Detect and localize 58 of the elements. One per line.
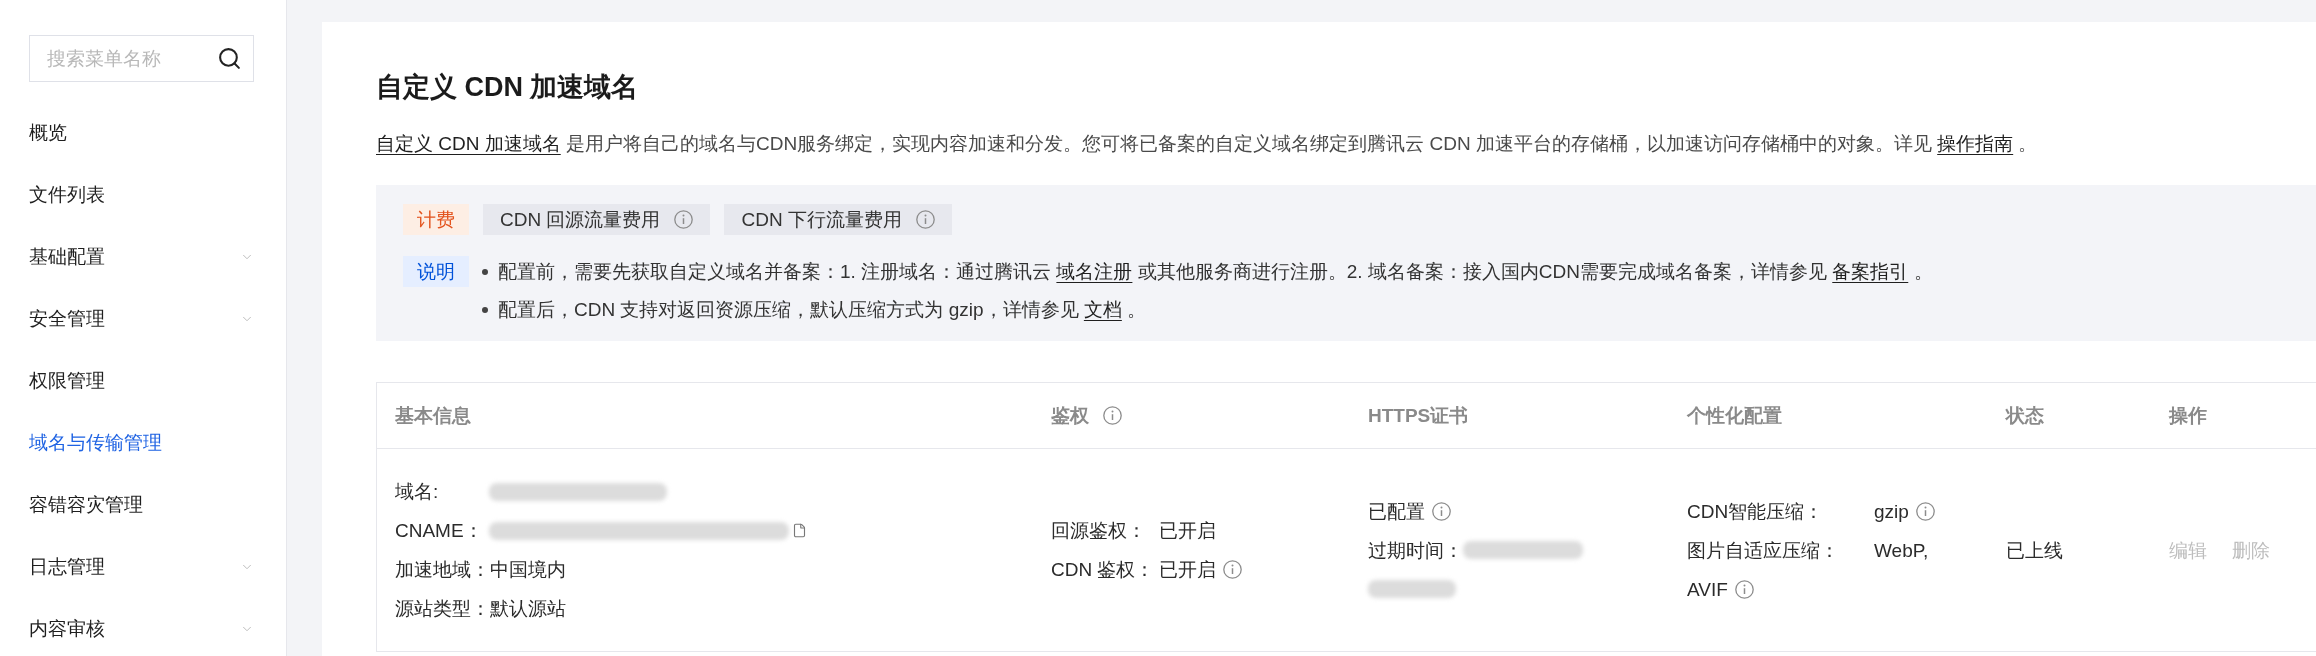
field-label: CDN 鉴权：	[1051, 558, 1156, 582]
menu-item[interactable]: 权限管理	[29, 350, 254, 412]
field-label: 域名:	[395, 480, 440, 504]
info-icon[interactable]	[1432, 501, 1451, 521]
search-icon[interactable]	[217, 46, 242, 71]
billing-tag: 计费	[403, 204, 469, 235]
field-label: 过期时间：	[1368, 538, 1463, 563]
fee-tag[interactable]: CDN 回源流量费用	[483, 204, 711, 235]
column-header: 基本信息	[395, 403, 471, 428]
menu-item[interactable]: 域名与传输管理	[29, 412, 254, 474]
menu-item[interactable]: 日志管理	[29, 536, 254, 598]
certificate-status: 已配置	[1368, 499, 1425, 524]
text-link[interactable]: 域名注册	[1056, 261, 1133, 282]
field-label: CNAME：	[395, 519, 484, 543]
info-icon[interactable]	[1103, 406, 1122, 425]
bullet-icon	[482, 307, 488, 313]
info-icon[interactable]	[674, 210, 694, 229]
field-label: 图片自适应压缩：	[1687, 538, 1840, 563]
info-icon[interactable]	[1734, 579, 1754, 599]
field-label: 加速地域：	[395, 558, 490, 582]
menu-item[interactable]: 基础配置	[29, 226, 254, 288]
column-header: 状态	[2006, 403, 2044, 428]
column-header: HTTPS证书	[1368, 403, 1469, 428]
description-text: 自定义 CDN 加速域名 是用户将自己的域名与CDN服务绑定，实现内容加速和分发。您可将已备案的自定义域名绑定到腾讯云 CDN 加速平台的存储桶，以加速访问存储桶中的对象。详见 操作指南 。	[376, 132, 2039, 156]
field-label: 源站类型：	[395, 597, 490, 621]
menu-item[interactable]: 内容审核	[29, 598, 254, 656]
field-label: CDN智能压缩：	[1687, 499, 1825, 524]
status-text: 已上线	[2006, 538, 2063, 563]
info-icon[interactable]	[915, 210, 935, 229]
file-icon[interactable]	[792, 523, 807, 538]
menu-item[interactable]: 概览	[29, 102, 254, 164]
field-value: 默认源站	[490, 597, 566, 621]
note-text: 配置前，需要先获取自定义域名并备案：1. 注册域名：通过腾讯云 域名注册 或其他服务商进行注册。2. 域名备案：接入国内CDN需要完成域名备案，详情参见 备案指引 。	[498, 260, 1933, 284]
menu-item[interactable]: 容错容灾管理	[29, 474, 254, 536]
text-link[interactable]: 文档	[1083, 299, 1122, 320]
field-value: AVIF	[1687, 577, 1728, 602]
field-value: WebP,	[1874, 538, 1929, 563]
page-title: 自定义 CDN 加速域名	[376, 71, 640, 104]
text-link[interactable]: 自定义 CDN 加速域名	[376, 133, 561, 154]
bullet-icon	[482, 269, 488, 275]
search-field[interactable]: 搜索菜单名称	[29, 35, 254, 82]
column-header: 操作	[2169, 403, 2207, 428]
note-tag: 说明	[403, 256, 469, 287]
info-icon[interactable]	[1915, 501, 1935, 521]
field-value: 已开启	[1159, 519, 1216, 543]
field-value: 已开启	[1159, 558, 1216, 582]
note-text: 配置后，CDN 支持对返回资源压缩，默认压缩方式为 gzip，详情参见 文档 。	[498, 298, 1147, 322]
field-value: gzip	[1874, 499, 1909, 524]
info-icon[interactable]	[1223, 560, 1242, 579]
column-header: 鉴权	[1051, 403, 1089, 428]
menu-item[interactable]: 文件列表	[29, 164, 254, 226]
text-link[interactable]: 备案指引	[1832, 261, 1909, 282]
field-value: 中国境内	[490, 558, 566, 582]
menu-item[interactable]: 安全管理	[29, 288, 254, 350]
column-header: 个性化配置	[1687, 403, 1782, 428]
text-link[interactable]: 操作指南	[1937, 133, 2014, 154]
field-label: 回源鉴权：	[1051, 519, 1147, 543]
fee-tag[interactable]: CDN 下行流量费用	[724, 204, 952, 235]
